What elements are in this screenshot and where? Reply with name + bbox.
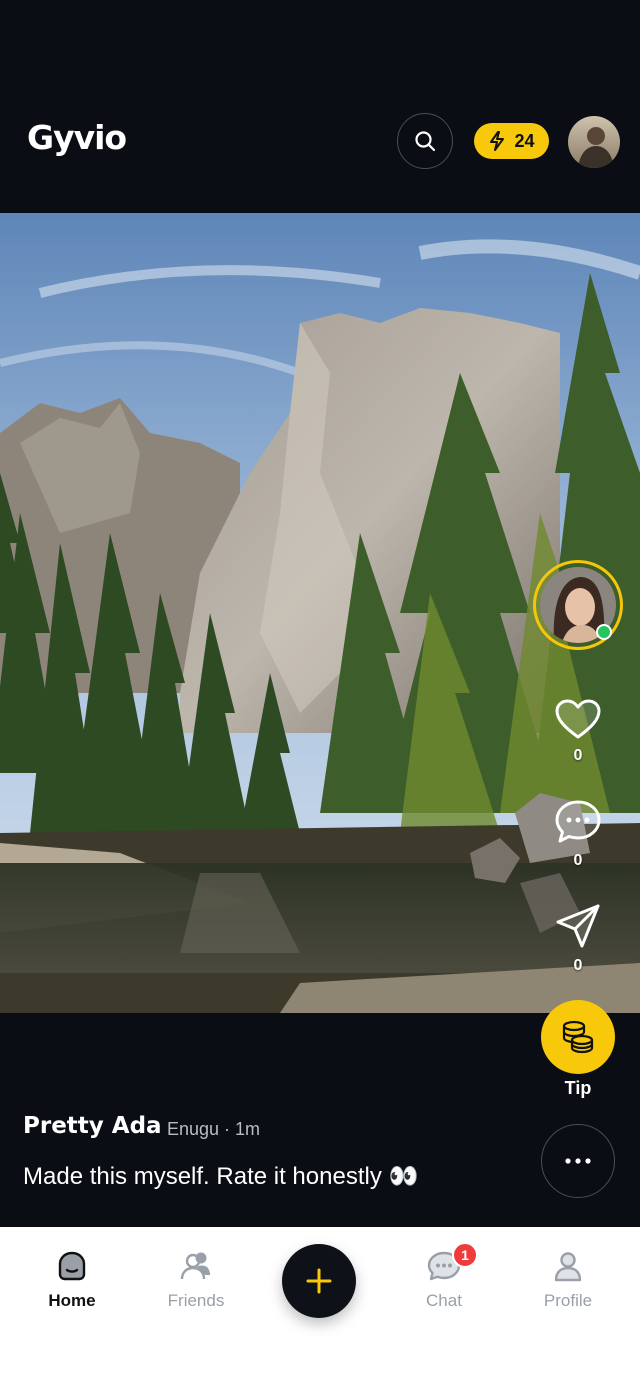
nav-friends-label: Friends (167, 1291, 225, 1310)
user-avatar[interactable] (568, 116, 620, 168)
like-count: 0 (573, 747, 583, 764)
nav-friends[interactable]: Friends (146, 1250, 246, 1311)
search-button[interactable] (397, 113, 453, 169)
create-post-button[interactable] (282, 1244, 356, 1318)
comment-icon (555, 800, 601, 843)
bottom-navigation: Home Friends Chat Profile (0, 1227, 640, 1387)
more-icon (565, 1158, 591, 1164)
share-icon (556, 904, 600, 948)
nav-profile[interactable]: Profile (518, 1250, 618, 1311)
nav-chat-label: Chat (426, 1291, 462, 1310)
coins-icon (562, 1020, 594, 1054)
app-logo[interactable]: Gyvio (27, 118, 127, 157)
credits-badge[interactable]: 24 (474, 123, 549, 159)
credits-count: 24 (514, 130, 535, 151)
profile-icon (554, 1252, 582, 1282)
home-icon (58, 1251, 86, 1281)
nav-home[interactable]: Home (22, 1250, 122, 1311)
app-header: Gyvio 24 (0, 0, 640, 213)
more-options-button[interactable] (541, 1124, 615, 1198)
share-count: 0 (573, 957, 583, 974)
nav-profile-label: Profile (543, 1291, 593, 1310)
online-status-dot (596, 624, 612, 640)
chat-unread-badge: 1 (452, 1242, 478, 1268)
search-icon (415, 131, 436, 152)
nav-home-label: Home (48, 1291, 96, 1310)
nav-chat[interactable]: Chat (394, 1250, 494, 1311)
share-action[interactable]: 0 (548, 902, 608, 975)
bolt-icon (490, 131, 505, 151)
friends-icon (180, 1252, 210, 1280)
post-author-name[interactable]: Pretty Ada (23, 1113, 162, 1139)
post-caption: Made this myself. Rate it honestly 👀 (23, 1163, 419, 1190)
comment-count: 0 (573, 852, 583, 869)
comment-action[interactable]: 0 (548, 799, 608, 870)
plus-icon (306, 1268, 332, 1294)
like-action[interactable]: 0 (548, 698, 608, 765)
tip-button[interactable] (541, 1000, 615, 1074)
tip-label: Tip (564, 1078, 592, 1098)
heart-icon (555, 699, 601, 739)
post-meta: Enugu · 1m (167, 1119, 261, 1139)
